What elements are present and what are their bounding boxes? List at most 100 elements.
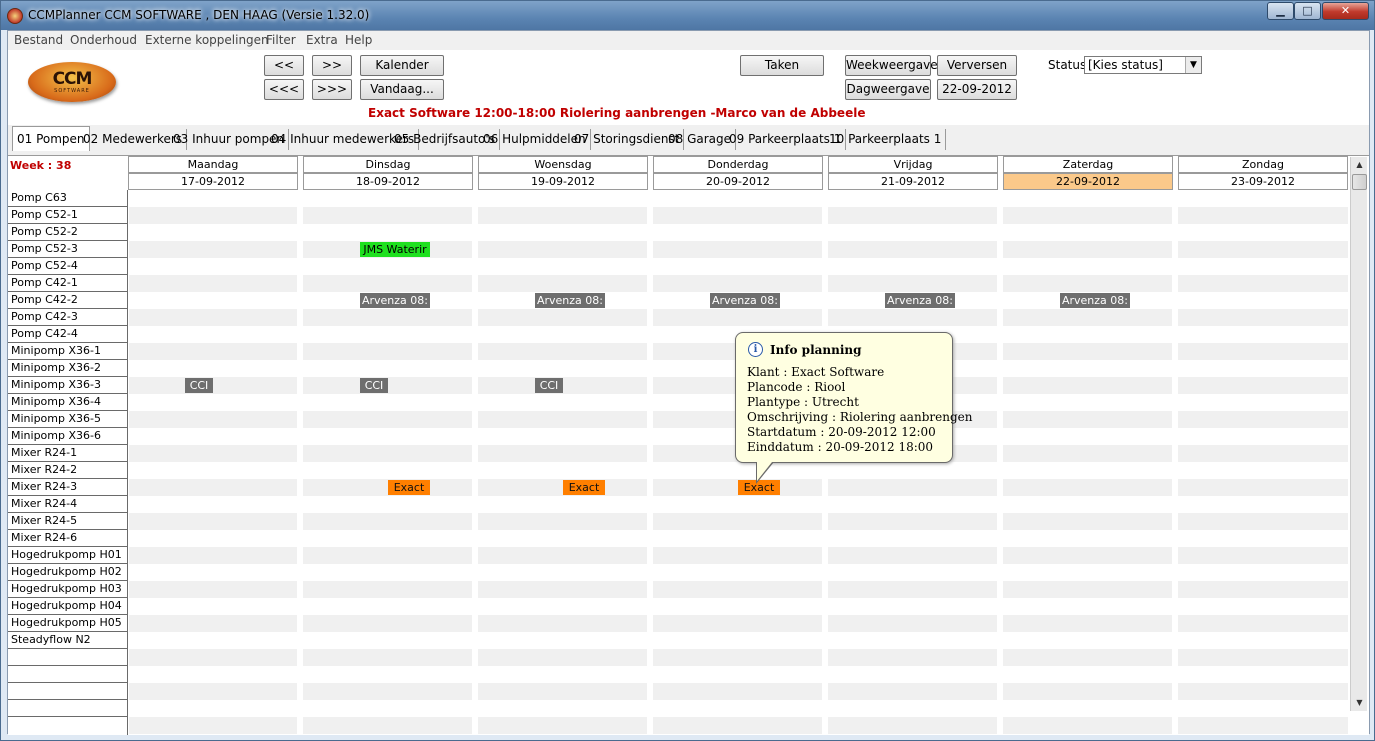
resource-row[interactable]: Pomp C42-2 bbox=[8, 292, 128, 309]
app-icon bbox=[7, 8, 23, 24]
planning-event-arvenza[interactable]: Arvenza 08: bbox=[535, 293, 605, 308]
resource-row[interactable]: Minipomp X36-1 bbox=[8, 343, 128, 360]
weekweergave-button[interactable]: Weekweergave bbox=[845, 55, 938, 76]
resource-row[interactable]: Mixer R24-4 bbox=[8, 496, 128, 513]
resource-row[interactable]: Pomp C52-3 bbox=[8, 241, 128, 258]
tooltip-title: Info planning bbox=[770, 343, 862, 357]
grid-column-gap bbox=[647, 156, 653, 735]
scrollbar-thumb[interactable] bbox=[1352, 174, 1367, 190]
grid-row-band bbox=[129, 530, 1348, 547]
planning-event-cci[interactable]: CCI bbox=[185, 378, 213, 393]
day-header-zaterdag[interactable]: Zaterdag bbox=[1003, 156, 1173, 173]
resource-row[interactable]: Minipomp X36-5 bbox=[8, 411, 128, 428]
planning-event-exact[interactable]: Exact bbox=[563, 480, 605, 495]
taken-button[interactable]: Taken bbox=[740, 55, 824, 76]
resource-row[interactable]: Pomp C42-3 bbox=[8, 309, 128, 326]
logo-text: CCM bbox=[52, 69, 93, 89]
menu-externe-koppelingen[interactable]: Externe koppelingen bbox=[145, 33, 269, 47]
ccm-logo: CCM SOFTWARE bbox=[28, 62, 116, 102]
day-header-zondag[interactable]: Zondag bbox=[1178, 156, 1348, 173]
menu-filter[interactable]: Filter bbox=[266, 33, 296, 47]
vertical-scrollbar[interactable]: ▲ ▼ bbox=[1350, 157, 1367, 711]
day-date-maandag[interactable]: 17-09-2012 bbox=[128, 173, 298, 190]
day-date-vrijdag[interactable]: 21-09-2012 bbox=[828, 173, 998, 190]
title-bar[interactable]: CCMPlanner CCM SOFTWARE , DEN HAAG (Vers… bbox=[1, 1, 1374, 30]
resource-row[interactable]: Mixer R24-6 bbox=[8, 530, 128, 547]
day-date-dinsdag[interactable]: 18-09-2012 bbox=[303, 173, 473, 190]
planning-event-arvenza[interactable]: Arvenza 08: bbox=[885, 293, 955, 308]
resource-row-empty bbox=[8, 649, 128, 666]
day-date-zaterdag[interactable]: 22-09-2012 bbox=[1003, 173, 1173, 190]
resource-row-empty bbox=[8, 717, 128, 735]
next-week-button[interactable]: >> bbox=[312, 55, 352, 76]
resource-row[interactable]: Pomp C42-1 bbox=[8, 275, 128, 292]
resource-row[interactable]: Mixer R24-5 bbox=[8, 513, 128, 530]
prev-week-button[interactable]: << bbox=[264, 55, 304, 76]
next-far-button[interactable]: >>> bbox=[312, 79, 352, 100]
grid-row-band bbox=[129, 717, 1348, 734]
vandaag-button[interactable]: Vandaag... bbox=[360, 79, 444, 100]
menu-extra[interactable]: Extra bbox=[306, 33, 338, 47]
scroll-down-icon[interactable]: ▼ bbox=[1351, 695, 1368, 711]
day-header-vrijdag[interactable]: Vrijdag bbox=[828, 156, 998, 173]
grid-row-band bbox=[129, 615, 1348, 632]
resource-row[interactable]: Mixer R24-3 bbox=[8, 479, 128, 496]
day-header-dinsdag[interactable]: Dinsdag bbox=[303, 156, 473, 173]
grid-column-gap bbox=[297, 156, 303, 735]
day-header-woensdag[interactable]: Woensdag bbox=[478, 156, 648, 173]
tab-pompen[interactable]: 01 Pompen bbox=[12, 126, 90, 151]
menu-onderhoud[interactable]: Onderhoud bbox=[70, 33, 137, 47]
resource-row[interactable]: Pomp C42-4 bbox=[8, 326, 128, 343]
grid-row-band bbox=[129, 700, 1348, 717]
status-select[interactable]: [Kies status] ▼ bbox=[1084, 56, 1202, 74]
planning-event-jms[interactable]: JMS Waterir bbox=[360, 242, 430, 257]
scroll-up-icon[interactable]: ▲ bbox=[1351, 157, 1368, 173]
resource-row[interactable]: Minipomp X36-2 bbox=[8, 360, 128, 377]
day-date-donderdag[interactable]: 20-09-2012 bbox=[653, 173, 823, 190]
planning-event-exact[interactable]: Exact bbox=[388, 480, 430, 495]
resource-row[interactable]: Mixer R24-2 bbox=[8, 462, 128, 479]
resource-row[interactable]: Mixer R24-1 bbox=[8, 445, 128, 462]
resource-row[interactable]: Hogedrukpomp H01 bbox=[8, 547, 128, 564]
minimize-button[interactable]: ▁ bbox=[1267, 2, 1294, 20]
verversen-button[interactable]: Verversen bbox=[937, 55, 1017, 76]
resource-row[interactable]: Hogedrukpomp H04 bbox=[8, 598, 128, 615]
resource-row[interactable]: Pomp C52-1 bbox=[8, 207, 128, 224]
resource-row[interactable]: Hogedrukpomp H05 bbox=[8, 615, 128, 632]
planning-event-cci[interactable]: CCI bbox=[535, 378, 563, 393]
menu-bestand[interactable]: Bestand bbox=[14, 33, 63, 47]
planning-event-arvenza[interactable]: Arvenza 08: bbox=[1060, 293, 1130, 308]
day-date-zondag[interactable]: 23-09-2012 bbox=[1178, 173, 1348, 190]
resource-row[interactable]: Steadyflow N2 bbox=[8, 632, 128, 649]
day-header-maandag[interactable]: Maandag bbox=[128, 156, 298, 173]
menu-help[interactable]: Help bbox=[345, 33, 372, 47]
resource-row[interactable]: Minipomp X36-4 bbox=[8, 394, 128, 411]
planning-event-cci[interactable]: CCI bbox=[360, 378, 388, 393]
planning-event-arvenza[interactable]: Arvenza 08: bbox=[360, 293, 430, 308]
close-button[interactable]: ✕ bbox=[1322, 2, 1369, 20]
grid-row-band bbox=[129, 513, 1348, 530]
planning-event-arvenza[interactable]: Arvenza 08: bbox=[710, 293, 780, 308]
tooltip-plantype: Plantype : Utrecht bbox=[747, 395, 859, 409]
resource-row[interactable]: Pomp C52-2 bbox=[8, 224, 128, 241]
day-date-woensdag[interactable]: 19-09-2012 bbox=[478, 173, 648, 190]
prev-far-button[interactable]: <<< bbox=[264, 79, 304, 100]
grid-row-band bbox=[129, 496, 1348, 513]
grid-row-band bbox=[129, 581, 1348, 598]
date-button[interactable]: 22-09-2012 bbox=[937, 79, 1017, 100]
resource-row[interactable]: Minipomp X36-3 bbox=[8, 377, 128, 394]
maximize-button[interactable]: □ bbox=[1294, 2, 1321, 20]
day-header-donderdag[interactable]: Donderdag bbox=[653, 156, 823, 173]
resource-row[interactable]: Minipomp X36-6 bbox=[8, 428, 128, 445]
chevron-down-icon[interactable]: ▼ bbox=[1185, 57, 1201, 73]
grid-row-band bbox=[129, 598, 1348, 615]
resource-row[interactable]: Pomp C63 bbox=[8, 190, 128, 207]
grid-row-band bbox=[129, 649, 1348, 666]
resource-row[interactable]: Pomp C52-4 bbox=[8, 258, 128, 275]
tab-parkeerplaats-10[interactable]: 10 Parkeerplaats 1 bbox=[825, 129, 947, 150]
dagweergave-button[interactable]: Dagweergave bbox=[845, 79, 931, 100]
resource-row[interactable]: Hogedrukpomp H02 bbox=[8, 564, 128, 581]
resource-row-empty bbox=[8, 666, 128, 683]
resource-row[interactable]: Hogedrukpomp H03 bbox=[8, 581, 128, 598]
kalender-button[interactable]: Kalender bbox=[360, 55, 444, 76]
